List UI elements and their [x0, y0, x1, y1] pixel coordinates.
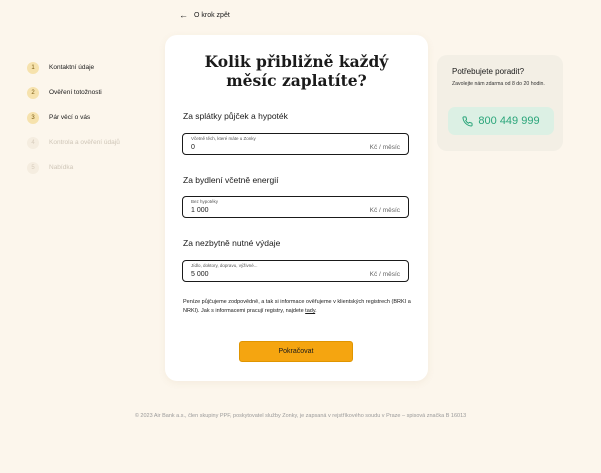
phone-number: 800 449 999: [478, 115, 540, 127]
help-subtitle: Zavolejte nám zdarma od 8 do 20 hodin.: [452, 81, 545, 87]
back-link[interactable]: ← O krok zpět: [179, 10, 230, 20]
help-card: Potřebujete poradit? Zavolejte nám zdarm…: [437, 55, 563, 151]
housing-unit: Kč / měsíc: [369, 207, 400, 214]
step-label: Ověření totožnosti: [49, 89, 102, 96]
essentials-label: Za nezbytně nutné výdaje: [183, 238, 281, 248]
progress-steps: 1 Kontaktní údaje 2 Ověření totožnosti 3…: [27, 55, 120, 180]
step-number: 4: [27, 136, 39, 149]
step-number: 5: [27, 161, 39, 174]
step-about-you: 3 Pár věcí o vás: [27, 105, 120, 130]
registry-info-link[interactable]: tady: [305, 308, 315, 314]
arrow-left-icon: ←: [179, 10, 188, 20]
loans-label: Za splátky půjček a hypoték: [183, 111, 288, 121]
phone-button[interactable]: 800 449 999: [448, 107, 554, 135]
step-verification: 4 Kontrola a ověření údajů: [27, 130, 120, 155]
step-label: Kontaktní údaje: [49, 64, 95, 71]
registry-info-text: Peníze půjčujeme zodpovědně, a tak si in…: [183, 299, 411, 314]
step-offer: 5 Nabídka: [27, 155, 120, 180]
loans-hint: Včetně těch, které máte u Zonky: [191, 136, 256, 141]
loans-unit: Kč / měsíc: [369, 144, 400, 151]
essentials-input[interactable]: Jídlo, doktory, dopravu, výživné... 5 00…: [182, 260, 409, 282]
expenses-form-card: Kolik přibližně každý měsíc zaplatíte? Z…: [165, 35, 428, 381]
step-identity: 2 Ověření totožnosti: [27, 80, 120, 105]
housing-hint: Bez hypotéky: [191, 199, 219, 204]
step-label: Kontrola a ověření údajů: [49, 139, 120, 146]
step-number: 1: [27, 61, 39, 74]
step-label: Nabídka: [49, 164, 74, 171]
continue-button[interactable]: Pokračovat: [239, 341, 353, 362]
page-title: Kolik přibližně každý měsíc zaplatíte?: [204, 52, 389, 90]
essentials-hint: Jídlo, doktory, dopravu, výživné...: [191, 263, 258, 268]
essentials-value: 5 000: [191, 271, 209, 278]
registry-info: Peníze půjčujeme zodpovědně, a tak si in…: [183, 299, 411, 314]
loans-input[interactable]: Včetně těch, které máte u Zonky 0 Kč / m…: [182, 133, 409, 155]
housing-label: Za bydlení včetně energií: [183, 175, 279, 185]
footer-legal: © 2023 Air Bank a.s., člen skupiny PPF, …: [134, 413, 467, 419]
step-label: Pár věcí o vás: [49, 114, 91, 121]
phone-icon: [462, 115, 473, 127]
help-title: Potřebujete poradit?: [452, 67, 525, 76]
step-contact: 1 Kontaktní údaje: [27, 55, 120, 80]
step-number: 3: [27, 111, 39, 124]
housing-input[interactable]: Bez hypotéky 1 000 Kč / měsíc: [182, 196, 409, 218]
essentials-unit: Kč / měsíc: [369, 271, 400, 278]
loans-value: 0: [191, 144, 195, 151]
housing-value: 1 000: [191, 207, 209, 214]
step-number: 2: [27, 86, 39, 99]
back-link-label: O krok zpět: [194, 12, 230, 19]
